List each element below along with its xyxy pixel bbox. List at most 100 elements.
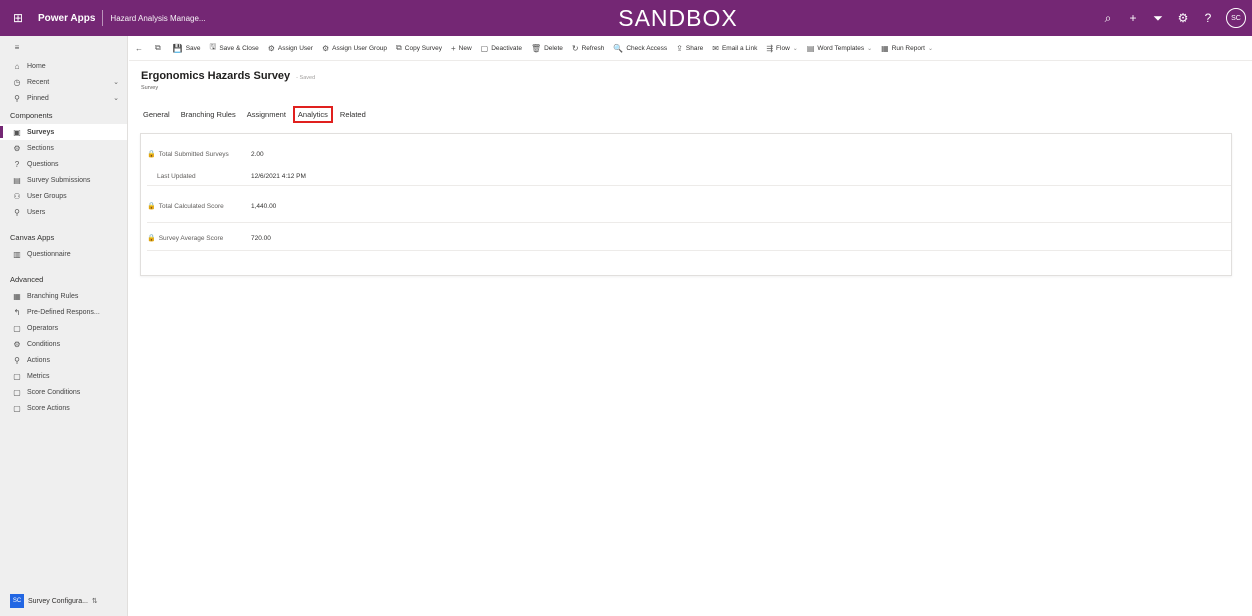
command-label: Refresh: [581, 44, 605, 52]
filter-icon[interactable]: ⏷: [1151, 11, 1165, 26]
sidebar-item-score-conditions[interactable]: ▢ Score Conditions: [0, 384, 127, 400]
chevron-down-icon[interactable]: ⌄: [928, 45, 933, 52]
sidebar-item-label: Score Actions: [27, 404, 70, 412]
field-value[interactable]: 720.00: [251, 235, 271, 242]
top-app-bar: ⊞ Power Apps Hazard Analysis Manage... S…: [0, 0, 1252, 36]
tab-related[interactable]: Related: [336, 107, 370, 122]
settings-gear-icon[interactable]: ⚙: [1176, 11, 1190, 25]
sidebar-item-survey-submissions[interactable]: ▤ Survey Submissions: [0, 172, 127, 188]
sidebar-item-user-groups[interactable]: ⚇ User Groups: [0, 188, 127, 204]
search-icon[interactable]: ⌕: [1101, 11, 1115, 26]
pin-icon: ⚲: [14, 93, 20, 103]
survey-icon: ▣: [13, 127, 21, 137]
field-value[interactable]: 2.00: [251, 151, 264, 158]
sidebar-item-actions[interactable]: ⚲ Actions: [0, 352, 127, 368]
run-report-icon: ▦: [881, 43, 889, 53]
chevron-down-icon[interactable]: ⌄: [113, 78, 119, 86]
section-components: Components: [10, 110, 53, 120]
delete-button[interactable]: 🗑 Delete: [531, 44, 563, 53]
sidebar-item-pre-defined-respons[interactable]: ↰ Pre-Defined Respons...: [0, 304, 127, 320]
sidebar-item-label: Branching Rules: [27, 292, 79, 300]
sidebar-item-label: Actions: [27, 356, 50, 364]
field-last-updated: Last Updated 12/6/2021 4:12 PM: [147, 168, 1231, 186]
sidebar-item-label: Score Conditions: [27, 388, 81, 396]
field-value[interactable]: 12/6/2021 4:12 PM: [251, 173, 306, 180]
section-advanced: Advanced: [10, 274, 44, 284]
avatar[interactable]: SC: [1226, 8, 1246, 28]
save-close-button[interactable]: 🖫 Save & Close: [210, 41, 259, 55]
chevron-down-icon[interactable]: ⌄: [793, 45, 798, 52]
area-switcher[interactable]: SC Survey Configura... ⇅: [10, 594, 98, 608]
command-label: Deactivate: [491, 44, 522, 52]
share-icon: ⇪: [676, 43, 683, 53]
sidebar-item-home[interactable]: ⌂ Home: [0, 58, 127, 74]
app-name[interactable]: Hazard Analysis Manage...: [110, 14, 205, 23]
assign-user-group-button[interactable]: ⚙ Assign User Group: [322, 44, 387, 53]
help-icon[interactable]: ?: [1201, 11, 1215, 25]
plus-icon[interactable]: +: [1126, 11, 1140, 25]
sidebar-item-metrics[interactable]: ▢ Metrics: [0, 368, 127, 384]
assign-user-button[interactable]: ⚙ Assign User: [268, 44, 313, 53]
field-total-submitted: 🔒 Total Submitted Surveys 2.00: [147, 142, 1231, 166]
open-new-window-icon[interactable]: ⧉: [155, 43, 164, 53]
field-label: Survey Average Score: [158, 235, 224, 242]
score-actions-icon: ▢: [13, 403, 21, 413]
share-button[interactable]: ⇪ Share: [676, 44, 703, 53]
deactivate-icon: ▢: [480, 43, 489, 53]
sidebar-item-questions[interactable]: ? Questions: [0, 156, 127, 172]
sidebar-item-pinned[interactable]: ⚲ Pinned ⌄: [0, 90, 127, 106]
command-label: Flow: [776, 44, 790, 52]
flow-button[interactable]: ⇶ Flow ⌄: [766, 44, 797, 53]
lock-icon: 🔒: [147, 150, 156, 158]
brand-name[interactable]: Power Apps: [38, 13, 95, 24]
sidebar-item-users[interactable]: ⚲ Users: [0, 204, 127, 220]
sidebar-item-label: User Groups: [27, 192, 67, 200]
word-templates-button[interactable]: ▤ Word Templates ⌄: [807, 44, 872, 53]
email-a-link-button[interactable]: ✉ Email a Link: [712, 44, 757, 53]
environment-label: SANDBOX: [618, 5, 738, 31]
sidebar-item-conditions[interactable]: ⚙ Conditions: [0, 336, 127, 352]
sidebar-item-questionnaire[interactable]: ▥ Questionnaire: [0, 246, 127, 262]
new-button[interactable]: + New: [451, 44, 472, 53]
tab-general[interactable]: General: [139, 107, 174, 122]
assign-user-group-icon: ⚙: [321, 43, 330, 53]
hamburger-menu-icon[interactable]: ≡: [0, 36, 127, 58]
run-report-button[interactable]: ▦ Run Report ⌄: [881, 44, 933, 53]
tab-assignment[interactable]: Assignment: [243, 107, 290, 122]
metrics-icon: ▢: [13, 371, 21, 381]
sidebar-item-recent[interactable]: ◷ Recent ⌄: [0, 74, 127, 90]
switch-area-icon: ⇅: [91, 598, 98, 605]
sidebar-item-branching-rules[interactable]: ▦ Branching Rules: [0, 288, 127, 304]
command-label: Check Access: [626, 44, 668, 52]
operators-icon: ▢: [13, 323, 21, 333]
deactivate-button[interactable]: ▢ Deactivate: [481, 44, 522, 53]
command-label: Save: [185, 44, 201, 52]
sidebar-item-label: Questionnaire: [27, 250, 71, 258]
score-conditions-icon: ▢: [13, 387, 21, 397]
area-badge: SC: [10, 594, 24, 608]
sidebar-item-surveys[interactable]: ▣ Surveys: [0, 124, 127, 140]
refresh-button[interactable]: ↻ Refresh: [572, 44, 604, 53]
area-label: Survey Configura...: [28, 597, 88, 605]
sidebar-item-operators[interactable]: ▢ Operators: [0, 320, 127, 336]
field-value[interactable]: 1,440.00: [251, 203, 276, 210]
chevron-down-icon[interactable]: ⌄: [867, 45, 872, 52]
chevron-down-icon[interactable]: ⌄: [113, 94, 119, 102]
tab-branching-rules[interactable]: Branching Rules: [177, 107, 240, 122]
sidebar-item-label: Pre-Defined Respons...: [27, 308, 100, 316]
check-access-button[interactable]: 🔍 Check Access: [613, 44, 667, 53]
command-label: Run Report: [891, 44, 925, 52]
sidebar-item-label: Home: [27, 62, 46, 70]
app-launcher-icon[interactable]: ⊞: [0, 0, 36, 36]
check-access-icon: 🔍: [613, 43, 624, 53]
back-icon[interactable]: ←: [135, 44, 146, 53]
command-label: Share: [685, 44, 704, 52]
tab-analytics[interactable]: Analytics: [292, 106, 333, 123]
sidebar-item-sections[interactable]: ⚙ Sections: [0, 140, 127, 156]
copy-survey-button[interactable]: ⧉ Copy Survey: [396, 43, 442, 53]
sidebar-item-label: Surveys: [27, 128, 55, 136]
command-label: Copy Survey: [404, 44, 442, 52]
save-button[interactable]: 💾 Save: [173, 44, 201, 53]
sidebar-item-score-actions[interactable]: ▢ Score Actions: [0, 400, 127, 416]
field-label: Last Updated: [157, 173, 196, 180]
